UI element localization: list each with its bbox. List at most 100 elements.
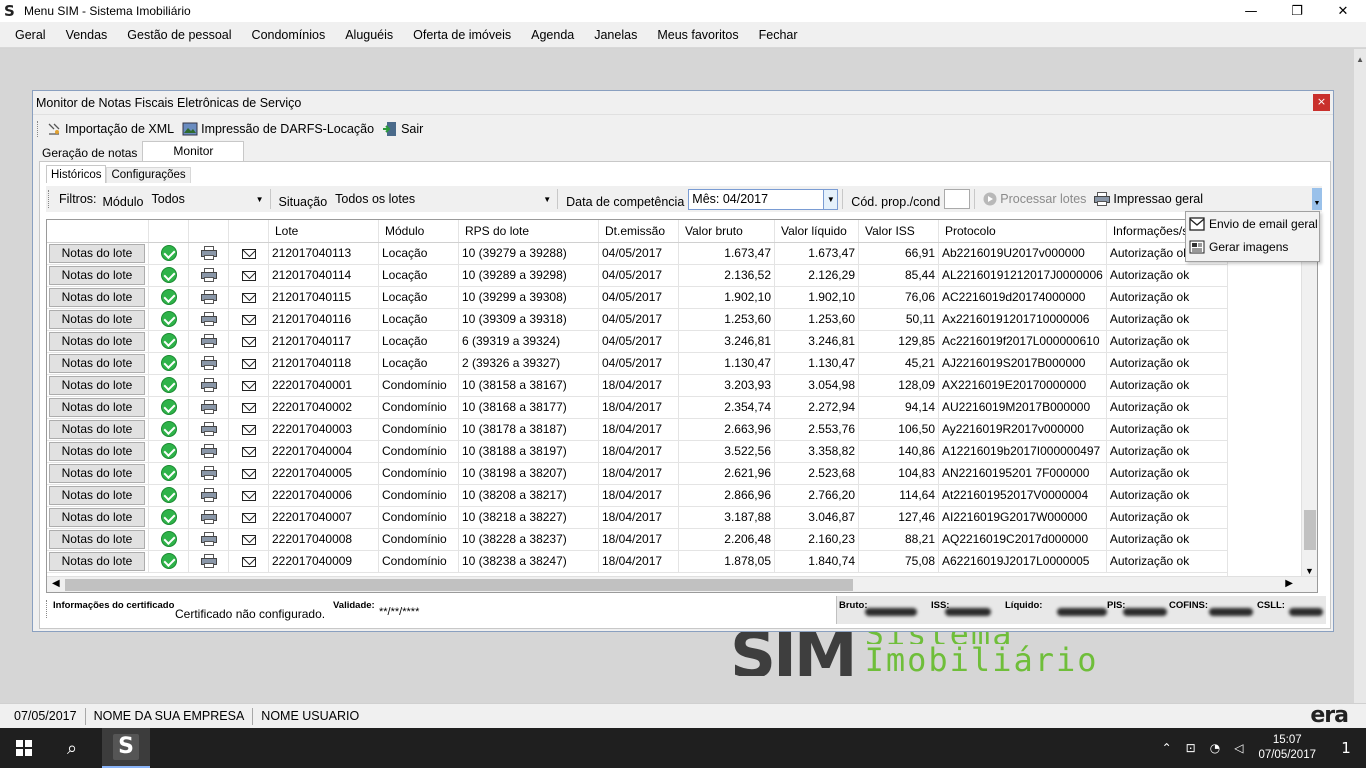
col-header-email[interactable] [228, 220, 269, 243]
chevron-up-icon[interactable]: ⌃ [1162, 741, 1172, 755]
scroll-down-icon[interactable]: ▼ [1305, 566, 1314, 576]
check-circle-icon[interactable] [160, 399, 177, 415]
scroll-right-icon[interactable]: ▶ [1285, 578, 1293, 589]
situacao-select[interactable]: Todos os lotes ▼ [331, 189, 554, 209]
notas-do-lote-button[interactable]: Notas do lote [49, 529, 145, 549]
notas-do-lote-button[interactable]: Notas do lote [49, 375, 145, 395]
mail-icon[interactable] [241, 270, 256, 281]
printer-icon[interactable] [200, 554, 217, 569]
check-circle-icon[interactable] [160, 311, 177, 327]
menu-condominios[interactable]: Condomínios [243, 28, 335, 42]
check-circle-icon[interactable] [160, 333, 177, 349]
table-row[interactable]: Notas do lote 212017040114 Locação 10 (3928… [47, 264, 1228, 287]
check-circle-icon[interactable] [160, 267, 177, 283]
check-circle-icon[interactable] [160, 465, 177, 481]
scroll-up-icon[interactable]: ▲ [1356, 55, 1364, 64]
mail-icon[interactable] [241, 512, 256, 523]
printer-icon[interactable] [200, 532, 217, 547]
print-darfs-button[interactable]: Impressão de DARFS-Locação [182, 121, 374, 137]
volume-icon[interactable]: ◁ [1234, 741, 1243, 755]
printer-icon[interactable] [200, 312, 217, 327]
printer-icon[interactable] [200, 356, 217, 371]
col-header-lote[interactable]: Lote [268, 220, 379, 243]
printer-icon[interactable] [200, 378, 217, 393]
table-row[interactable]: Notas do lote 212017040115 Locação 10 (3929… [47, 286, 1228, 309]
mail-icon[interactable] [241, 424, 256, 435]
start-button[interactable] [0, 728, 48, 768]
notas-do-lote-button[interactable]: Notas do lote [49, 243, 145, 263]
minimize-button[interactable]: — [1228, 0, 1274, 22]
table-row[interactable]: Notas do lote 222017040005 Condomínio 10 (3… [47, 462, 1228, 485]
printer-icon[interactable] [200, 268, 217, 283]
tab-monitor[interactable]: Monitor [142, 141, 245, 163]
table-row[interactable]: Notas do lote 222017040002 Condomínio 10 (3… [47, 396, 1228, 419]
table-row[interactable]: Notas do lote 222017040006 Condomínio 10 (3… [47, 484, 1228, 507]
notas-do-lote-button[interactable]: Notas do lote [49, 397, 145, 417]
notas-do-lote-button[interactable]: Notas do lote [49, 353, 145, 373]
col-header-modulo[interactable]: Módulo [378, 220, 459, 243]
taskbar-app-sim[interactable]: S [102, 728, 150, 768]
printer-icon[interactable] [200, 466, 217, 481]
scroll-thumb[interactable] [1304, 510, 1316, 550]
printer-icon[interactable] [200, 334, 217, 349]
col-header-actions[interactable] [47, 220, 149, 243]
table-row[interactable]: Notas do lote 222017040004 Condomínio 10 (3… [47, 440, 1228, 463]
close-button[interactable]: ✕ [1320, 0, 1366, 22]
mail-icon[interactable] [241, 380, 256, 391]
table-row[interactable]: Notas do lote 212017040118 Locação 2 (39326… [47, 352, 1228, 375]
mail-icon[interactable] [241, 358, 256, 369]
processar-lotes-button[interactable]: Processar lotes [983, 192, 1086, 206]
check-circle-icon[interactable] [160, 553, 177, 569]
clock[interactable]: 15:07 07/05/2017 [1258, 733, 1316, 763]
check-circle-icon[interactable] [160, 443, 177, 459]
tab-geracao-notas[interactable]: Geração de notas [37, 143, 142, 163]
notification-icon[interactable]: 1 [1326, 739, 1366, 757]
grid-vertical-scrollbar[interactable]: ▼ [1301, 220, 1317, 576]
printer-icon[interactable] [200, 488, 217, 503]
table-row[interactable]: Notas do lote 222017040007 Condomínio 10 (3… [47, 506, 1228, 529]
notas-do-lote-button[interactable]: Notas do lote [49, 463, 145, 483]
menu-oferta-imoveis[interactable]: Oferta de imóveis [404, 28, 520, 42]
mail-icon[interactable] [241, 556, 256, 567]
printer-icon[interactable] [200, 246, 217, 261]
grid-horizontal-scrollbar[interactable]: ◀ ▶ [47, 576, 1317, 592]
mail-icon[interactable] [241, 534, 256, 545]
notas-do-lote-button[interactable]: Notas do lote [49, 331, 145, 351]
scroll-left-icon[interactable]: ◀ [52, 578, 60, 589]
table-row[interactable]: Notas do lote 222017040003 Condomínio 10 (3… [47, 418, 1228, 441]
check-circle-icon[interactable] [160, 487, 177, 503]
wifi-icon[interactable]: ◔ [1210, 741, 1220, 755]
mail-icon[interactable] [241, 490, 256, 501]
col-header-valor-liquido[interactable]: Valor líquido [774, 220, 859, 243]
notas-do-lote-button[interactable]: Notas do lote [49, 265, 145, 285]
printer-icon[interactable] [200, 400, 217, 415]
col-header-rps[interactable]: RPS do lote [458, 220, 599, 243]
menu-favoritos[interactable]: Meus favoritos [648, 28, 747, 42]
mail-icon[interactable] [241, 314, 256, 325]
menu-alugueis[interactable]: Aluguéis [336, 28, 402, 42]
mail-icon[interactable] [241, 248, 256, 259]
mail-icon[interactable] [241, 336, 256, 347]
check-circle-icon[interactable] [160, 531, 177, 547]
mail-icon[interactable] [241, 292, 256, 303]
table-row[interactable]: Notas do lote 222017040009 Condomínio 10 (3… [47, 550, 1228, 573]
scroll-thumb[interactable] [65, 579, 853, 591]
tab-configuracoes[interactable]: Configurações [106, 167, 191, 183]
menu-vendas[interactable]: Vendas [57, 28, 117, 42]
mail-icon[interactable] [241, 402, 256, 413]
exit-button[interactable]: Sair [382, 121, 423, 137]
col-header-valor-iss[interactable]: Valor ISS [858, 220, 939, 243]
col-header-protocolo[interactable]: Protocolo [938, 220, 1107, 243]
menu-envio-email[interactable]: Envio de email geral [1186, 212, 1319, 235]
check-circle-icon[interactable] [160, 421, 177, 437]
check-circle-icon[interactable] [160, 355, 177, 371]
chevron-down-icon[interactable]: ▼ [823, 189, 838, 209]
printer-icon[interactable] [200, 290, 217, 305]
overflow-dropdown-button[interactable]: ▼ [1312, 188, 1322, 210]
table-row[interactable]: Notas do lote 212017040117 Locação 6 (39319… [47, 330, 1228, 353]
competencia-select[interactable]: Mês: 04/2017 ▼ [688, 188, 839, 210]
import-xml-button[interactable]: Importação de XML [46, 121, 174, 137]
monitor-close-button[interactable]: × [1313, 94, 1330, 111]
mail-icon[interactable] [241, 446, 256, 457]
col-header-valor-bruto[interactable]: Valor bruto [678, 220, 775, 243]
